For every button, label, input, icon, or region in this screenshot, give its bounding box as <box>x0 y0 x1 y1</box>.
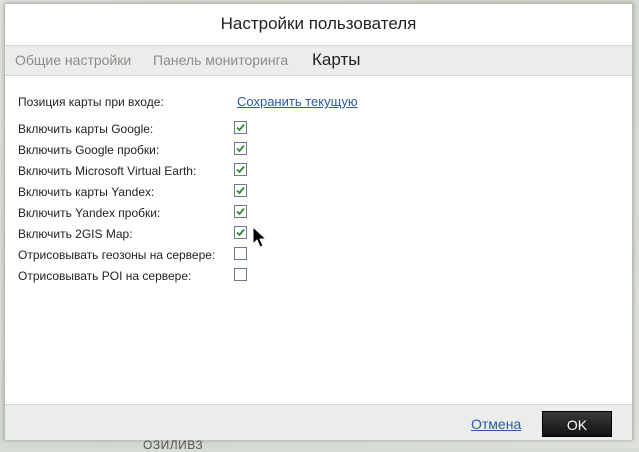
tab-maps[interactable]: Карты <box>312 50 360 70</box>
dialog-title: Настройки пользователя <box>220 14 417 33</box>
tab-monitoring-panel[interactable]: Панель мониторинга <box>153 52 288 68</box>
virtual-earth-checkbox[interactable] <box>234 163 247 176</box>
server-poi-checkbox[interactable] <box>234 268 247 281</box>
map-position-label: Позиция карты при входе: <box>18 95 164 109</box>
yandex-traffic-checkbox[interactable] <box>234 205 247 218</box>
2gis-map-checkbox[interactable] <box>234 226 247 239</box>
tab-bar: Общие настройки Панель мониторинга Карты <box>5 45 632 76</box>
option-label: Отрисовывать POI на сервере: <box>18 269 192 283</box>
google-traffic-checkbox[interactable] <box>234 142 247 155</box>
yandex-maps-checkbox[interactable] <box>234 184 247 197</box>
background-text-fragment: ОЗИЛИВЗ <box>143 438 204 452</box>
ok-button[interactable]: OK <box>542 411 612 437</box>
tab-general-settings[interactable]: Общие настройки <box>15 52 131 68</box>
dialog-title-bar: Настройки пользователя <box>5 4 632 44</box>
checkmark-icon <box>236 228 245 237</box>
server-geozones-checkbox[interactable] <box>234 247 247 260</box>
option-label: Включить карты Google: <box>18 122 154 136</box>
option-label: Включить Yandex пробки: <box>18 206 161 220</box>
cancel-link[interactable]: Отмена <box>471 416 521 432</box>
checkmark-icon <box>236 207 245 216</box>
maps-settings-panel: Позиция карты при входе: Сохранить текущ… <box>5 76 632 404</box>
option-row-virtual-earth: Включить Microsoft Virtual Earth: <box>18 161 618 181</box>
option-label: Включить карты Yandex: <box>18 185 155 199</box>
option-label: Отрисовывать геозоны на сервере: <box>18 248 216 262</box>
dialog-footer: Отмена OK <box>5 404 632 440</box>
save-current-position-link[interactable]: Сохранить текущую <box>237 94 358 109</box>
option-row-2gis: Включить 2GIS Map: <box>18 224 618 244</box>
option-label: Включить 2GIS Map: <box>18 227 133 241</box>
checkmark-icon <box>236 165 245 174</box>
option-row-yandex-maps: Включить карты Yandex: <box>18 182 618 202</box>
checkmark-icon <box>236 123 245 132</box>
option-label: Включить Google пробки: <box>18 143 160 157</box>
option-row-server-geozones: Отрисовывать геозоны на сервере: <box>18 245 618 265</box>
option-row-google-traffic: Включить Google пробки: <box>18 140 618 160</box>
user-settings-dialog: Настройки пользователя Общие настройки П… <box>4 3 633 440</box>
option-row-google-maps: Включить карты Google: <box>18 119 618 139</box>
google-maps-checkbox[interactable] <box>234 121 247 134</box>
checkmark-icon <box>236 144 245 153</box>
option-row-server-poi: Отрисовывать POI на сервере: <box>18 266 618 286</box>
option-label: Включить Microsoft Virtual Earth: <box>18 164 197 178</box>
map-position-row: Позиция карты при входе: Сохранить текущ… <box>18 92 618 112</box>
checkmark-icon <box>236 186 245 195</box>
option-row-yandex-traffic: Включить Yandex пробки: <box>18 203 618 223</box>
